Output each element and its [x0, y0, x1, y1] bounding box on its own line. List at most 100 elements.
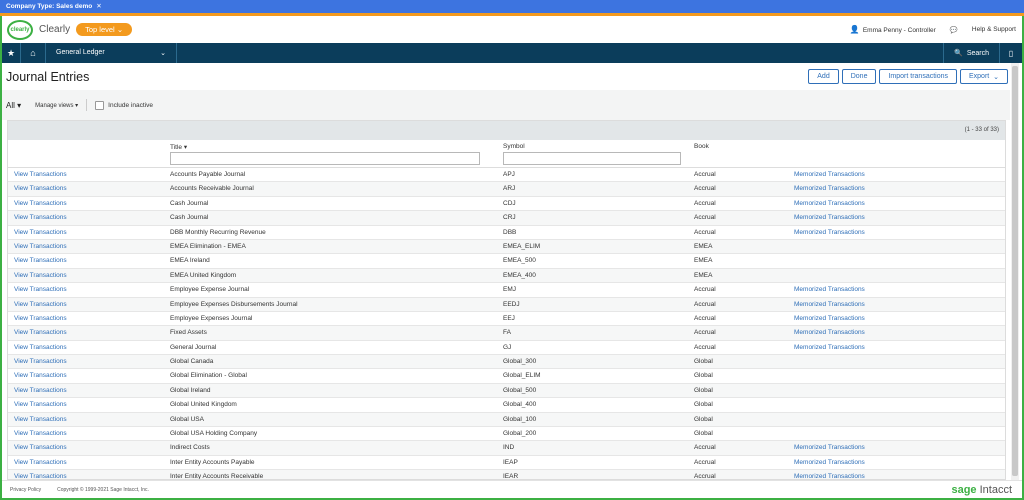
row-title: Accounts Receivable Journal — [170, 185, 254, 193]
company-type-label: Company Type: Sales demo — [6, 3, 93, 10]
view-transactions-link[interactable]: View Transactions — [14, 229, 67, 236]
memorized-transactions-link[interactable]: Memorized Transactions — [794, 344, 865, 351]
column-header-book[interactable]: Book — [694, 143, 709, 150]
row-title: Indirect Costs — [170, 444, 210, 452]
view-transactions-link[interactable]: View Transactions — [14, 243, 67, 250]
table-row: View Transactions Cash Journal CRJ Accrual M… — [8, 211, 1005, 226]
memorized-transactions-link[interactable]: Memorized Transactions — [794, 185, 865, 192]
view-transactions-link[interactable]: View Transactions — [14, 473, 67, 479]
home-icon[interactable]: ⌂ — [21, 48, 45, 58]
import-transactions-button[interactable]: Import transactions — [879, 69, 957, 84]
symbol-filter-input[interactable] — [503, 152, 681, 165]
table-row: View Transactions Global Canada Global_300… — [8, 355, 1005, 370]
table-body: View Transactions Accounts Payable Journa… — [8, 168, 1005, 480]
company-logo[interactable]: clearly — [7, 19, 33, 40]
row-title: Global Canada — [170, 358, 214, 366]
view-transactions-link[interactable]: View Transactions — [14, 344, 67, 351]
bookmark-icon[interactable]: ▯ — [1000, 49, 1022, 58]
row-symbol: EMEA_400 — [503, 271, 536, 279]
module-selector[interactable]: General Ledger ⌄ — [46, 49, 176, 57]
user-menu[interactable]: 👤 Emma Penny - Controller — [850, 25, 936, 34]
table-row: View Transactions EMEA United Kingdom EMEA… — [8, 268, 1005, 284]
level-selector[interactable]: Top level ⌄ — [76, 23, 133, 36]
table-row: View Transactions General Journal GJ Accrua… — [8, 341, 1005, 356]
view-transactions-link[interactable]: View Transactions — [14, 286, 67, 293]
view-transactions-link[interactable]: View Transactions — [14, 301, 67, 308]
page-title: Journal Entries — [6, 69, 90, 84]
view-transactions-link[interactable]: View Transactions — [14, 444, 67, 451]
view-transactions-link[interactable]: View Transactions — [14, 272, 67, 279]
row-title: EMEA United Kingdom — [170, 271, 237, 279]
title-filter-input[interactable] — [170, 152, 480, 165]
memorized-transactions-link[interactable]: Memorized Transactions — [794, 444, 865, 451]
star-icon[interactable]: ★ — [2, 48, 20, 59]
done-button[interactable]: Done — [841, 69, 877, 84]
row-title: DBB Monthly Recurring Revenue — [170, 228, 266, 236]
view-transactions-link[interactable]: View Transactions — [14, 372, 67, 379]
view-transactions-link[interactable]: View Transactions — [14, 430, 67, 437]
memorized-transactions-link[interactable]: Memorized Transactions — [794, 200, 865, 207]
row-symbol: FA — [503, 329, 511, 337]
view-transactions-link[interactable]: View Transactions — [14, 358, 67, 365]
row-book: EMEA — [694, 271, 713, 279]
memorized-transactions-link[interactable]: Memorized Transactions — [794, 473, 865, 479]
row-book: Accrual — [694, 473, 716, 480]
table-row: View Transactions Inter Entity Accounts P… — [8, 456, 1005, 471]
row-symbol: CRJ — [503, 214, 516, 222]
row-book: Accrual — [694, 343, 716, 351]
company-name: Clearly — [39, 24, 71, 35]
view-transactions-link[interactable]: View Transactions — [14, 315, 67, 322]
memorized-transactions-link[interactable]: Memorized Transactions — [794, 171, 865, 178]
row-symbol: APJ — [503, 171, 515, 178]
view-transactions-link[interactable]: View Transactions — [14, 185, 67, 192]
privacy-policy-link[interactable]: Privacy Policy — [10, 487, 41, 493]
scrollbar-thumb[interactable] — [1012, 66, 1018, 476]
column-header-symbol[interactable]: Symbol — [503, 143, 525, 150]
memorized-transactions-link[interactable]: Memorized Transactions — [794, 301, 865, 308]
brand-sage: sage — [951, 483, 977, 496]
view-transactions-link[interactable]: View Transactions — [14, 329, 67, 336]
view-selector[interactable]: All ▾ — [6, 101, 21, 110]
column-header-title[interactable]: Title ▾ — [170, 143, 187, 151]
copyright-text: Copyright © 1999-2021 Sage Intacct, Inc. — [57, 486, 149, 493]
row-book: Accrual — [694, 214, 716, 222]
view-transactions-link[interactable]: View Transactions — [14, 416, 67, 423]
memorized-transactions-link[interactable]: Memorized Transactions — [794, 286, 865, 293]
table-row: View Transactions Accounts Payable Journa… — [8, 168, 1005, 183]
manage-views-button[interactable]: Manage views ▾ — [35, 102, 78, 109]
view-transactions-link[interactable]: View Transactions — [14, 200, 67, 207]
memorized-transactions-link[interactable]: Memorized Transactions — [794, 229, 865, 236]
memorized-transactions-link[interactable]: Memorized Transactions — [794, 214, 865, 221]
view-transactions-link[interactable]: View Transactions — [14, 214, 67, 221]
row-symbol: DBB — [503, 228, 517, 236]
filter-divider — [86, 99, 88, 111]
table-row: View Transactions Fixed Assets FA Accrual Me… — [8, 326, 1005, 341]
memorized-transactions-link[interactable]: Memorized Transactions — [794, 315, 865, 322]
view-transactions-link[interactable]: View Transactions — [14, 257, 67, 264]
view-transactions-link[interactable]: View Transactions — [14, 387, 67, 394]
add-button[interactable]: Add — [808, 69, 839, 84]
memorized-transactions-link[interactable]: Memorized Transactions — [794, 329, 865, 336]
company-type-bar: Company Type: Sales demo ✕ — [0, 0, 1024, 13]
close-icon[interactable]: ✕ — [96, 3, 101, 10]
export-button[interactable]: Export ⌄ — [960, 69, 1008, 84]
help-support-link[interactable]: Help & Support — [972, 26, 1016, 33]
view-transactions-link[interactable]: View Transactions — [14, 171, 67, 178]
memorized-transactions-link[interactable]: Memorized Transactions — [794, 459, 865, 466]
view-transactions-link[interactable]: View Transactions — [14, 401, 67, 408]
row-book: Accrual — [694, 444, 716, 452]
row-book: Accrual — [694, 329, 716, 337]
row-title: EMEA Ireland — [170, 257, 210, 265]
nav-divider — [176, 43, 177, 63]
chat-icon[interactable]: 💬 — [950, 26, 958, 34]
search-label: Search — [966, 49, 989, 57]
row-title: Global United Kingdom — [170, 401, 237, 409]
table-row: View Transactions Accounts Receivable Jou… — [8, 182, 1005, 197]
table-row: View Transactions Global Elimination - Gl… — [8, 369, 1005, 384]
row-symbol: EMJ — [503, 286, 516, 294]
view-transactions-link[interactable]: View Transactions — [14, 459, 67, 466]
include-inactive-checkbox[interactable] — [95, 100, 105, 110]
row-symbol: Global_500 — [503, 386, 537, 394]
search-button[interactable]: 🔍 Search — [944, 49, 999, 58]
include-inactive-label: Include inactive — [108, 101, 153, 109]
